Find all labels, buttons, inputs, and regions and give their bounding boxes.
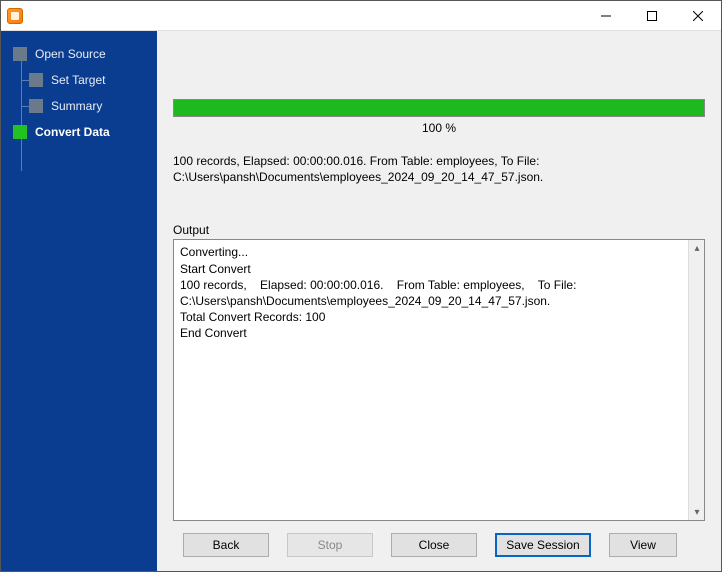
step-convert-data[interactable]: Convert Data <box>1 119 157 145</box>
main-panel: 100 % 100 records, Elapsed: 00:00:00.016… <box>157 31 721 571</box>
output-label: Output <box>173 223 705 237</box>
scroll-down-icon[interactable]: ▾ <box>689 504 705 520</box>
output-box: Converting... Start Convert 100 records,… <box>173 239 705 521</box>
step-box-icon <box>29 73 43 87</box>
stop-button: Stop <box>287 533 373 557</box>
step-label: Summary <box>51 99 102 113</box>
close-dialog-button[interactable]: Close <box>391 533 477 557</box>
wizard-sidebar: Open Source Set Target Summary Convert D… <box>1 31 157 571</box>
maximize-button[interactable] <box>629 1 675 31</box>
save-session-button[interactable]: Save Session <box>495 533 591 557</box>
step-label: Open Source <box>35 47 106 61</box>
scrollbar[interactable]: ▴ ▾ <box>688 240 704 520</box>
step-open-source[interactable]: Open Source <box>1 41 157 67</box>
progress-percent: 100 % <box>173 121 705 135</box>
step-set-target[interactable]: Set Target <box>1 67 157 93</box>
window-controls <box>583 1 721 31</box>
progress-bar <box>173 99 705 117</box>
status-text: 100 records, Elapsed: 00:00:00.016. From… <box>173 153 705 185</box>
view-button[interactable]: View <box>609 533 677 557</box>
minimize-button[interactable] <box>583 1 629 31</box>
step-label: Set Target <box>51 73 105 87</box>
output-log[interactable]: Converting... Start Convert 100 records,… <box>174 240 688 520</box>
back-button[interactable]: Back <box>183 533 269 557</box>
step-box-icon <box>13 125 27 139</box>
step-box-icon <box>13 47 27 61</box>
step-label: Convert Data <box>35 125 110 139</box>
step-summary[interactable]: Summary <box>1 93 157 119</box>
app-icon <box>7 8 23 24</box>
scroll-up-icon[interactable]: ▴ <box>689 240 705 256</box>
titlebar <box>1 1 721 31</box>
button-row: Back Stop Close Save Session View <box>165 521 713 563</box>
step-box-icon <box>29 99 43 113</box>
close-button[interactable] <box>675 1 721 31</box>
